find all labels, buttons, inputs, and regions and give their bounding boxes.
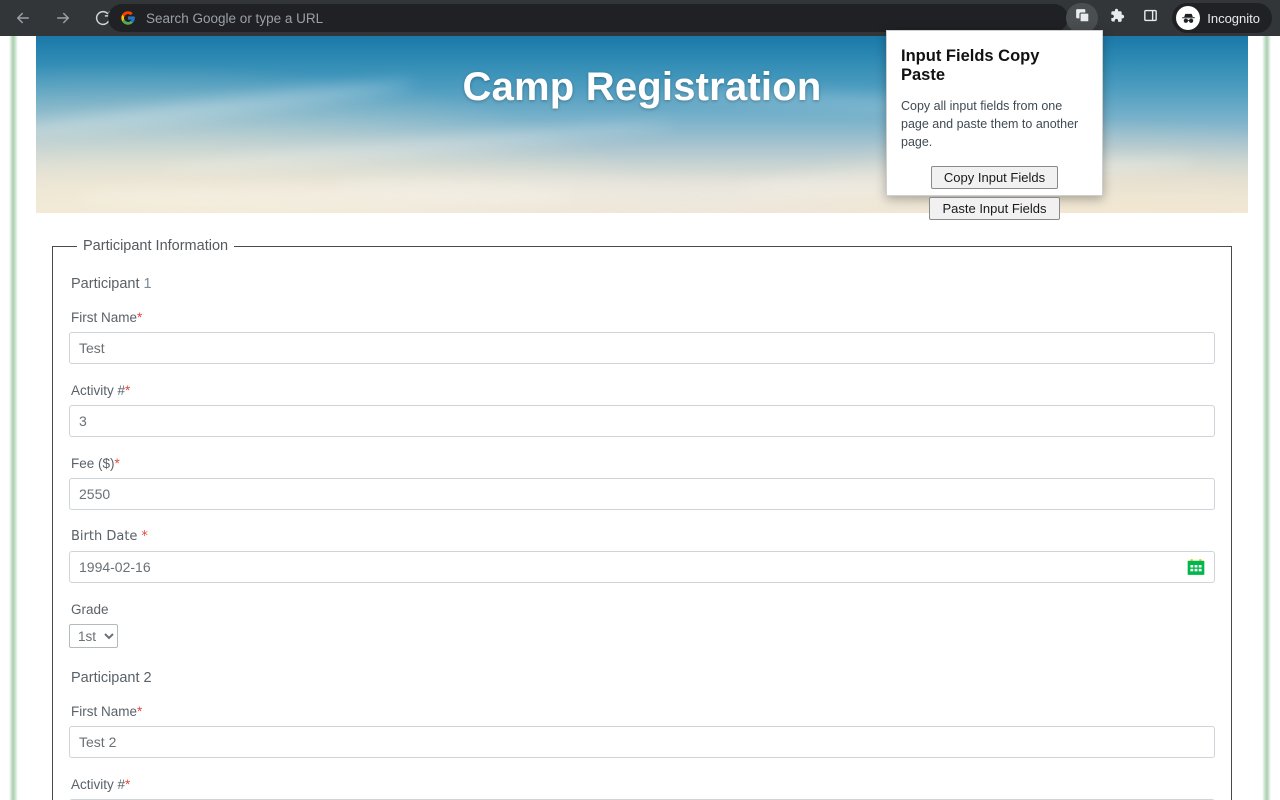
- incognito-label: Incognito: [1207, 10, 1260, 26]
- extension-popup-title: Input Fields Copy Paste: [901, 47, 1040, 84]
- required-marker: *: [137, 310, 143, 325]
- required-marker: *: [137, 704, 143, 719]
- extensions-button[interactable]: [1100, 3, 1132, 33]
- input-p1-first-name[interactable]: [69, 332, 1215, 364]
- label-text: Activity #: [71, 383, 126, 398]
- extension-popup: Input Fields Copy Paste Copy all input f…: [886, 30, 1103, 221]
- extension-popup-actions: Copy Input Fields Paste Input Fields: [901, 166, 1088, 221]
- right-edge-accent: [1262, 36, 1271, 800]
- required-marker: *: [141, 529, 148, 544]
- label-text: First Name: [71, 704, 138, 719]
- left-edge-accent: [9, 36, 18, 800]
- input-p1-birth-date[interactable]: [69, 551, 1215, 583]
- participant-2-heading: Participant 2: [71, 670, 1215, 686]
- label-text: Fee ($): [71, 456, 115, 471]
- address-bar-placeholder: Search Google or type a URL: [146, 10, 324, 26]
- back-button[interactable]: [6, 1, 40, 35]
- participant-1-number: 1: [143, 276, 152, 292]
- tab-groups-icon: [1074, 7, 1091, 29]
- label-text: First Name: [71, 310, 138, 325]
- incognito-hat-icon: [1176, 6, 1201, 30]
- participant-information-fieldset: Participant Information Participant 1 Fi…: [52, 238, 1232, 800]
- participant-2-heading-text: Participant: [71, 670, 140, 686]
- date-input-wrapper: [69, 551, 1215, 583]
- label-text: Activity #: [71, 777, 126, 792]
- label-text: Birth Date: [71, 529, 138, 544]
- calendar-icon[interactable]: [1186, 557, 1206, 577]
- forward-arrow-icon: [54, 9, 72, 27]
- field-p1-activity: Activity #*: [69, 383, 1215, 437]
- side-panel-button[interactable]: [1134, 3, 1166, 33]
- field-p2-activity: Activity #*: [69, 777, 1215, 800]
- paste-input-fields-button[interactable]: Paste Input Fields: [929, 197, 1060, 221]
- cloud-decoration: [76, 186, 576, 208]
- tab-groups-button[interactable]: [1066, 3, 1099, 33]
- extensions-puzzle-icon: [1108, 7, 1125, 29]
- input-p2-first-name[interactable]: [69, 726, 1215, 758]
- field-p1-first-name: First Name*: [69, 310, 1215, 364]
- label-p1-first-name: First Name*: [71, 310, 1215, 325]
- label-p1-birth-date: Birth Date *: [71, 529, 1215, 544]
- input-p1-fee[interactable]: [69, 478, 1215, 510]
- back-arrow-icon: [14, 9, 32, 27]
- required-marker: *: [125, 777, 131, 792]
- label-p1-grade: Grade: [71, 602, 109, 617]
- input-p1-activity[interactable]: [69, 405, 1215, 437]
- side-panel-icon: [1142, 7, 1159, 29]
- google-g-icon: [120, 10, 136, 26]
- forward-button[interactable]: [46, 1, 80, 35]
- label-p2-first-name: First Name*: [71, 704, 1215, 719]
- field-p1-birth-date: Birth Date *: [69, 529, 1215, 583]
- label-p2-activity: Activity #*: [71, 777, 1215, 792]
- registration-form: Participant Information Participant 1 Fi…: [36, 213, 1248, 800]
- required-marker: *: [114, 456, 120, 471]
- incognito-indicator[interactable]: Incognito: [1172, 3, 1272, 33]
- label-p1-activity: Activity #*: [71, 383, 1215, 398]
- required-marker: *: [125, 383, 131, 398]
- cloud-decoration: [156, 117, 676, 177]
- select-p1-grade[interactable]: 1st: [69, 624, 118, 648]
- participant-2-number: 2: [143, 670, 152, 686]
- navigation-buttons: [0, 0, 120, 36]
- extension-popup-description: Copy all input fields from one page and …: [901, 99, 1079, 150]
- field-p1-fee: Fee ($)*: [69, 456, 1215, 510]
- fieldset-legend: Participant Information: [83, 238, 229, 254]
- field-p2-first-name: First Name*: [69, 704, 1215, 758]
- address-bar[interactable]: Search Google or type a URL: [108, 4, 1068, 32]
- label-p1-fee: Fee ($)*: [71, 456, 1215, 471]
- participant-1-heading: Participant 1: [71, 276, 1215, 292]
- participant-1-heading-text: Participant: [71, 276, 140, 292]
- copy-input-fields-button[interactable]: Copy Input Fields: [930, 166, 1059, 190]
- field-p1-grade: Grade 1st: [69, 602, 1215, 648]
